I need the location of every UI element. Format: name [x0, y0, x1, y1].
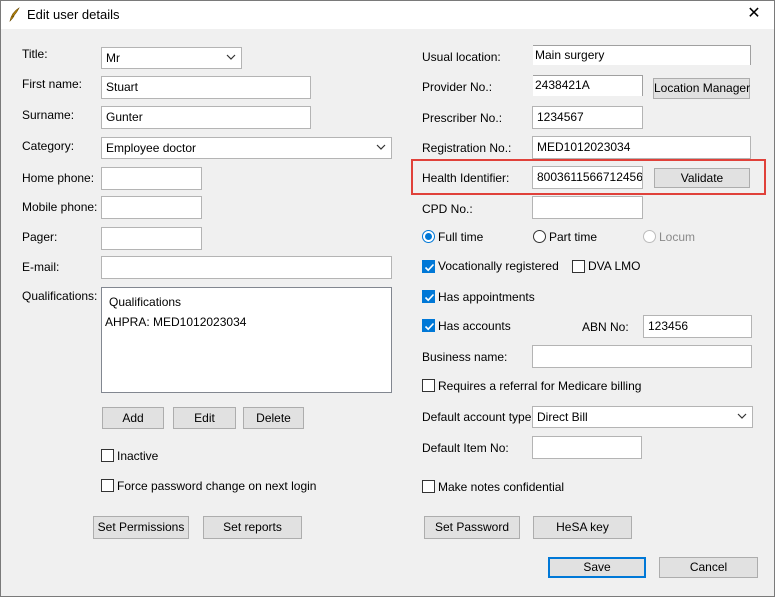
pager-label: Pager: [22, 230, 58, 244]
business-name-field[interactable] [532, 345, 752, 368]
title-value: Mr [106, 51, 120, 65]
quill-icon [9, 7, 20, 22]
usual-location-label: Usual location: [422, 50, 501, 64]
has-appointments-checkbox[interactable] [422, 290, 435, 303]
registration-no-label: Registration No.: [422, 141, 512, 155]
abn-label: ABN No: [582, 320, 629, 334]
usual-location-value: Main surgery [535, 48, 605, 62]
first-name-label: First name: [22, 77, 83, 91]
hesa-key-button[interactable]: HeSA key [533, 516, 632, 539]
provider-no-value: 2438421A [535, 78, 590, 92]
has-accounts-checkbox[interactable] [422, 319, 435, 332]
email-field[interactable] [101, 256, 392, 279]
full-time-radio[interactable] [422, 230, 435, 243]
category-dropdown[interactable]: Employee doctor [101, 137, 392, 159]
cpd-no-field[interactable] [532, 196, 643, 219]
chevron-down-icon [737, 413, 747, 419]
locum-radio [643, 230, 656, 243]
category-label: Category: [22, 139, 75, 153]
health-identifier-label: Health Identifier: [422, 171, 510, 185]
checkmark-icon [424, 293, 435, 302]
cpd-no-label: CPD No.: [422, 202, 473, 216]
part-time-label: Part time [549, 230, 598, 244]
default-account-type-dropdown[interactable]: Direct Bill [532, 406, 753, 428]
title-bar: Edit user details ✕ [1, 1, 774, 29]
set-reports-button[interactable]: Set reports [203, 516, 302, 539]
set-password-button[interactable]: Set Password [424, 516, 520, 539]
default-account-type-label: Default account type: [422, 410, 535, 424]
has-accounts-label: Has accounts [438, 319, 511, 333]
pager-field[interactable] [101, 227, 202, 250]
home-phone-field[interactable] [101, 167, 202, 190]
make-notes-confidential-label: Make notes confidential [438, 480, 565, 494]
add-qualification-button[interactable]: Add [102, 407, 164, 429]
edit-qualification-button[interactable]: Edit [173, 407, 236, 429]
prescriber-no-label: Prescriber No.: [422, 111, 503, 125]
health-identifier-field[interactable]: 8003611566712456 [532, 166, 643, 189]
checkmark-icon [424, 263, 435, 272]
chevron-down-icon [226, 54, 236, 60]
validate-button[interactable]: Validate [654, 168, 750, 188]
default-item-no-label: Default Item No: [422, 441, 509, 455]
force-password-change-label: Force password change on next login [117, 479, 317, 493]
vocationally-registered-checkbox[interactable] [422, 260, 435, 273]
home-phone-label: Home phone: [22, 171, 95, 185]
category-value: Employee doctor [106, 141, 197, 155]
part-time-radio[interactable] [533, 230, 546, 243]
edit-user-dialog: Edit user details ✕ Title: Mr First name… [0, 0, 775, 597]
delete-qualification-button[interactable]: Delete [243, 407, 304, 429]
provider-no-label: Provider No.: [422, 80, 493, 94]
abn-field[interactable]: 123456 [643, 315, 752, 338]
email-label: E-mail: [22, 260, 60, 274]
location-manager-button[interactable]: Location Manager [653, 78, 750, 99]
surname-field[interactable]: Gunter [101, 106, 311, 129]
title-dropdown[interactable]: Mr [101, 47, 242, 69]
dva-lmo-checkbox[interactable] [572, 260, 585, 273]
mobile-phone-label: Mobile phone: [22, 200, 98, 214]
provider-no-field[interactable]: 2438421A [533, 75, 643, 96]
title-label: Title: [22, 47, 48, 61]
checkmark-icon [424, 322, 435, 331]
has-appointments-label: Has appointments [438, 290, 535, 304]
cancel-button[interactable]: Cancel [659, 557, 758, 578]
default-item-no-field[interactable] [532, 436, 642, 459]
business-name-label: Business name: [422, 350, 508, 364]
qualifications-label: Qualifications: [22, 289, 98, 303]
default-account-type-value: Direct Bill [537, 410, 588, 424]
qualifications-list[interactable]: Qualifications AHPRA: MED1012023034 [101, 287, 392, 393]
vocationally-registered-label: Vocationally registered [438, 259, 559, 273]
chevron-down-icon [376, 144, 386, 150]
locum-label: Locum [659, 230, 696, 244]
qualifications-column-header: Qualifications [109, 295, 182, 309]
make-notes-confidential-checkbox[interactable] [422, 480, 435, 493]
registration-no-field[interactable]: MED1012023034 [532, 136, 751, 159]
inactive-label: Inactive [117, 449, 159, 463]
requires-referral-checkbox[interactable] [422, 379, 435, 392]
prescriber-no-field[interactable]: 1234567 [532, 106, 643, 129]
close-icon[interactable]: ✕ [744, 4, 764, 24]
window-title: Edit user details [27, 7, 120, 22]
mobile-phone-field[interactable] [101, 196, 202, 219]
save-button[interactable]: Save [548, 557, 646, 578]
force-password-change-checkbox[interactable] [101, 479, 114, 492]
full-time-label: Full time [438, 230, 484, 244]
surname-label: Surname: [22, 108, 75, 122]
qualification-item[interactable]: AHPRA: MED1012023034 [105, 315, 246, 329]
dva-lmo-label: DVA LMO [588, 259, 641, 273]
inactive-checkbox[interactable] [101, 449, 114, 462]
first-name-field[interactable]: Stuart [101, 76, 311, 99]
set-permissions-button[interactable]: Set Permissions [93, 516, 189, 539]
usual-location-field[interactable]: Main surgery [533, 45, 751, 65]
requires-referral-label: Requires a referral for Medicare billing [438, 379, 642, 393]
